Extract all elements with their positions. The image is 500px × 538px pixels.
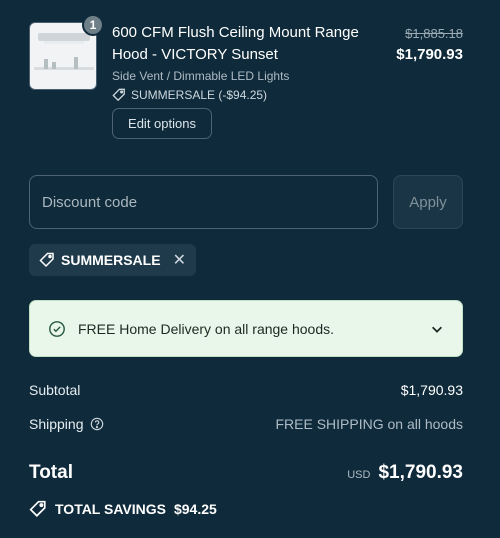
banner-text: FREE Home Delivery on all range hoods. <box>78 320 335 337</box>
kitchen-item <box>44 59 48 69</box>
shipping-row: Shipping FREE SHIPPING on all hoods <box>29 416 463 432</box>
tag-icon <box>112 88 125 102</box>
edit-options-button[interactable]: Edit options <box>112 108 212 139</box>
kitchen-item <box>52 62 56 69</box>
total-amount-group: USD $1,790.93 <box>347 462 463 484</box>
subtotal-label: Subtotal <box>29 382 81 398</box>
apply-discount-button[interactable]: Apply <box>393 175 463 229</box>
help-circle-icon[interactable] <box>90 417 104 431</box>
tag-icon <box>39 252 54 268</box>
line-price: $1,790.93 <box>396 46 463 63</box>
subtotal-value: $1,790.93 <box>400 382 463 398</box>
shipping-value: FREE SHIPPING on all hoods <box>275 416 463 432</box>
total-row: Total USD $1,790.93 <box>29 462 463 484</box>
quantity-badge: 1 <box>82 14 104 36</box>
product-name: 600 CFM Flush Ceiling Mount Range Hood -… <box>112 24 359 63</box>
shipping-label: Shipping <box>29 416 84 432</box>
kitchen-item <box>74 57 78 69</box>
applied-discount-chip: SUMMERSALE ✕ <box>29 244 196 276</box>
cart-line-item: 1 600 CFM Flush Ceiling Mount Range Hood… <box>29 14 463 140</box>
chevron-down-icon[interactable] <box>430 322 444 336</box>
compare-at-price: $1,885.18 <box>405 26 463 41</box>
tag-icon <box>29 500 46 517</box>
remove-discount-icon[interactable]: ✕ <box>173 250 186 270</box>
discount-code-input[interactable] <box>29 175 378 229</box>
product-variant: Side Vent / Dimmable LED Lights <box>112 69 290 83</box>
shipping-label-group: Shipping <box>29 416 104 432</box>
range-hood-image <box>38 33 90 41</box>
currency-code: USD <box>347 469 371 481</box>
check-circle-icon <box>49 320 65 337</box>
hood-light-strip <box>44 41 84 44</box>
total-label: Total <box>29 462 73 483</box>
savings-label: TOTAL SAVINGS <box>55 501 166 517</box>
savings-value: $94.25 <box>173 501 217 517</box>
total-savings: TOTAL SAVINGS $94.25 <box>29 500 217 518</box>
applied-discount-code: SUMMERSALE <box>61 252 161 268</box>
subtotal-row: Subtotal $1,790.93 <box>29 382 463 398</box>
total-value: $1,790.93 <box>378 462 463 483</box>
product-discount: SUMMERSALE (-$94.25) <box>112 88 267 102</box>
counter-shape <box>34 67 94 70</box>
free-delivery-banner[interactable]: FREE Home Delivery on all range hoods. <box>29 300 463 357</box>
product-discount-label: SUMMERSALE (-$94.25) <box>131 88 268 102</box>
